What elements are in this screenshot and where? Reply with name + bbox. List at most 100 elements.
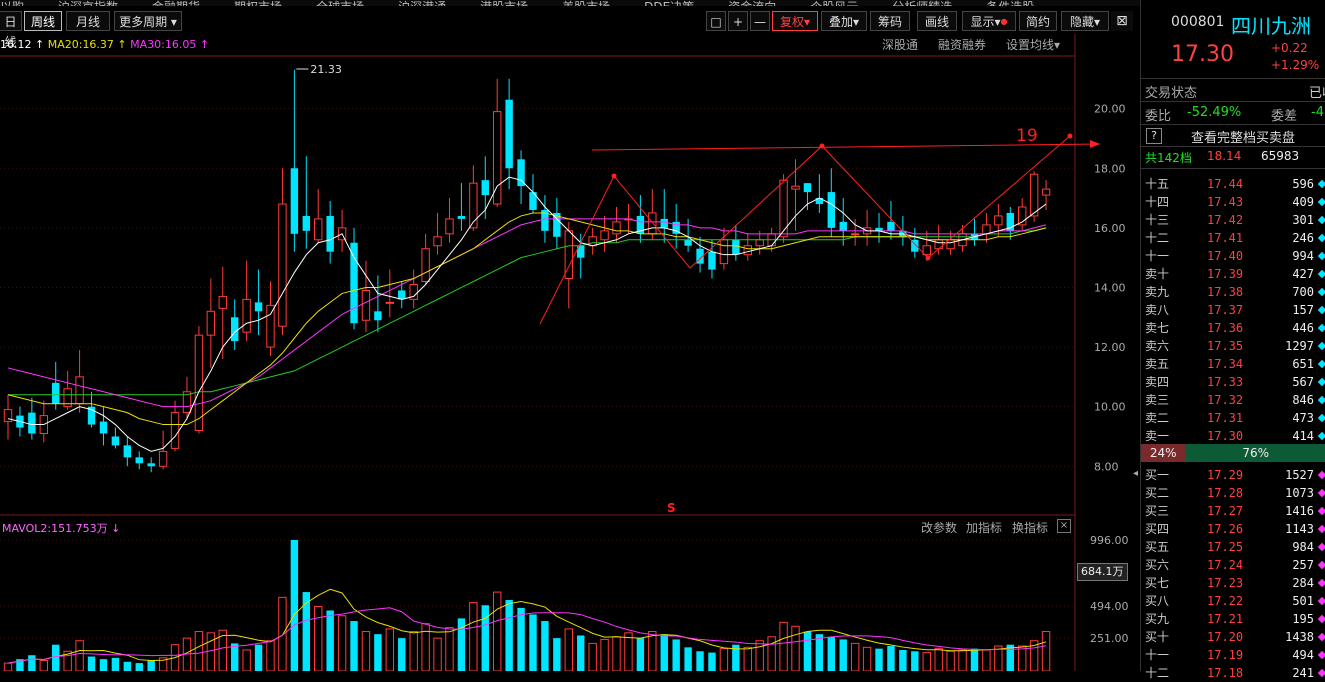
orderbook-row[interactable]: 卖七 17.36 446 <box>1141 319 1325 337</box>
collapse-handle-icon[interactable]: ◂ <box>1133 468 1138 479</box>
orderbook-row[interactable]: 买四 17.26 1143 <box>1141 520 1325 538</box>
orderbook-row[interactable]: 卖一 17.30 414 <box>1141 427 1325 445</box>
switch-indicator-link[interactable]: 换指标 <box>1012 519 1048 536</box>
orderbook-row[interactable]: 十一 17.40 994 <box>1141 247 1325 265</box>
orderbook-volume: 1297 <box>1285 339 1314 353</box>
close-icon[interactable]: ⊠ <box>1111 11 1133 31</box>
zoom-out-button[interactable]: — <box>750 11 770 31</box>
volume-bar <box>743 646 752 671</box>
orderbook-row[interactable]: 卖二 17.31 473 <box>1141 409 1325 427</box>
simple-button[interactable]: 简约 <box>1019 11 1057 31</box>
orderbook-row[interactable]: 十二 17.18 241 <box>1141 664 1325 682</box>
orderbook-row[interactable]: 十二 17.41 246 <box>1141 229 1325 247</box>
candle-body <box>433 236 442 247</box>
chips-button[interactable]: 筹码 <box>870 11 910 31</box>
volume-bar <box>218 629 227 671</box>
display-dropdown[interactable]: 显示▾● <box>962 11 1016 31</box>
diamond-icon <box>1317 488 1325 498</box>
ma-indicator-bar: 16.12 ↑ MA20:16.37 ↑ MA30:16.05 ↑ <box>0 37 209 53</box>
trade-status-value: 已收 <box>1309 86 1325 101</box>
stock-name[interactable]: 四川九洲 <box>1231 10 1311 39</box>
orderbook-row[interactable]: 卖十 17.39 427 <box>1141 265 1325 283</box>
orderbook-row[interactable]: 卖八 17.37 157 <box>1141 301 1325 319</box>
candle-body <box>767 233 776 247</box>
top-menu-item[interactable]: 沪深港通 <box>398 1 446 6</box>
link-shenzhen-connect[interactable]: 深股通 <box>882 37 918 53</box>
kline-chart[interactable]: 21.33 19 S 20.00 18.00 16.00 14.00 12.00 10.00 8… <box>0 0 1138 671</box>
orderbook-row[interactable]: 买五 17.25 984 <box>1141 538 1325 556</box>
candle-body <box>743 245 752 256</box>
orderbook-row[interactable]: 十三 17.42 301 <box>1141 211 1325 229</box>
volume-ma-line <box>7 607 1047 664</box>
orderbook-row[interactable]: 卖九 17.38 700 <box>1141 283 1325 301</box>
orderbook-row[interactable]: 十一 17.19 494 <box>1141 646 1325 664</box>
orderbook-row[interactable]: 买八 17.22 501 <box>1141 592 1325 610</box>
square-button[interactable]: □ <box>706 11 726 31</box>
close-icon[interactable]: × <box>1057 519 1071 533</box>
orderbook-price: 17.27 <box>1207 504 1244 518</box>
add-indicator-link[interactable]: 加指标 <box>966 519 1002 536</box>
top-menu-item[interactable]: 沪深京指数 <box>58 1 118 6</box>
top-menu-item[interactable]: 资金流向 <box>728 1 776 6</box>
orderbook-price: 17.24 <box>1207 558 1244 572</box>
orderbook-row[interactable]: 卖三 17.32 846 <box>1141 391 1325 409</box>
top-menu-item[interactable]: 港股市场 <box>480 1 528 6</box>
stock-code: 000801 <box>1171 14 1225 30</box>
candle-body <box>958 233 967 247</box>
orderbook-price: 17.34 <box>1207 357 1244 371</box>
orderbook-row[interactable]: 买七 17.23 284 <box>1141 574 1325 592</box>
more-period-dropdown[interactable]: 更多周期 ▾ <box>114 11 182 31</box>
orderbook-row[interactable]: 买二 17.28 1073 <box>1141 484 1325 502</box>
top-menu-item[interactable]: 期权市场 <box>234 1 282 6</box>
link-margin-trading[interactable]: 融资融券 <box>938 37 986 53</box>
price-change-pct: +1.29% <box>1271 58 1320 72</box>
candle-body <box>732 239 740 255</box>
top-menu-item[interactable]: 美股市场 <box>562 1 610 6</box>
top-menu-item[interactable]: 条件选股 <box>986 1 1034 6</box>
orderbook-row[interactable]: 买十 17.20 1438 <box>1141 628 1325 646</box>
candle-body <box>719 239 729 265</box>
orderbook-volume: 994 <box>1292 249 1314 263</box>
orderbook-row[interactable]: 买六 17.24 257 <box>1141 556 1325 574</box>
overlay-dropdown[interactable]: 叠加▾ <box>821 11 867 31</box>
link-ma-settings[interactable]: 设置均线▾ <box>1006 37 1060 53</box>
view-full-orderbook-link[interactable]: 查看完整档买卖盘 <box>1191 127 1295 146</box>
top-menu-item[interactable]: 个股风云 <box>810 1 858 6</box>
tab-month[interactable]: 月线 <box>66 11 110 31</box>
candle-body <box>337 227 347 241</box>
orderbook-price: 17.31 <box>1207 411 1244 425</box>
help-icon[interactable]: ? <box>1146 128 1162 144</box>
top-menu-item[interactable]: 金融期货 <box>152 1 200 6</box>
volume-bar <box>147 660 155 671</box>
diamond-icon <box>1317 359 1325 369</box>
orderbook-row[interactable]: 卖四 17.33 567 <box>1141 373 1325 391</box>
hide-dropdown[interactable]: 隐藏▾ <box>1061 11 1109 31</box>
max-price-label: 21.33 <box>310 63 342 76</box>
restore-right-dropdown[interactable]: 复权▾ <box>772 11 818 31</box>
candle-body <box>887 221 895 231</box>
orderbook-row[interactable]: 卖六 17.35 1297 <box>1141 337 1325 355</box>
tab-day[interactable]: 日线 <box>0 11 22 49</box>
top-menu-item[interactable]: 以购 <box>0 1 24 6</box>
orderbook-row[interactable]: 卖五 17.34 651 <box>1141 355 1325 373</box>
top-menu-item[interactable]: 分析师精选 <box>892 1 952 6</box>
orderbook-row[interactable]: 买一 17.29 1527 <box>1141 466 1325 484</box>
orderbook-row[interactable]: 十四 17.43 409 <box>1141 193 1325 211</box>
top-menu-item[interactable]: 全球市场 <box>316 1 364 6</box>
draw-line-button[interactable]: 画线 <box>917 11 957 31</box>
zoom-in-button[interactable]: + <box>728 11 748 31</box>
orderbook-price: 17.30 <box>1207 429 1244 443</box>
candle-body <box>779 179 788 238</box>
orderbook-row[interactable]: 十五 17.44 596 <box>1141 175 1325 193</box>
orderbook-volume: 473 <box>1292 411 1314 425</box>
candle-body <box>803 183 812 193</box>
orderbook-row[interactable]: 买三 17.27 1416 <box>1141 502 1325 520</box>
candle-body <box>600 230 609 241</box>
change-params-link[interactable]: 改参数 <box>921 519 957 536</box>
diamond-icon <box>1317 578 1325 588</box>
buy-sell-ratio-bar: 24% 76% <box>1141 444 1325 462</box>
top-menu-item[interactable]: DDE决策 <box>644 1 694 6</box>
orderbook-row[interactable]: 买九 17.21 195 <box>1141 610 1325 628</box>
volume-bar <box>791 625 800 671</box>
tab-week[interactable]: 周线 <box>24 11 62 31</box>
